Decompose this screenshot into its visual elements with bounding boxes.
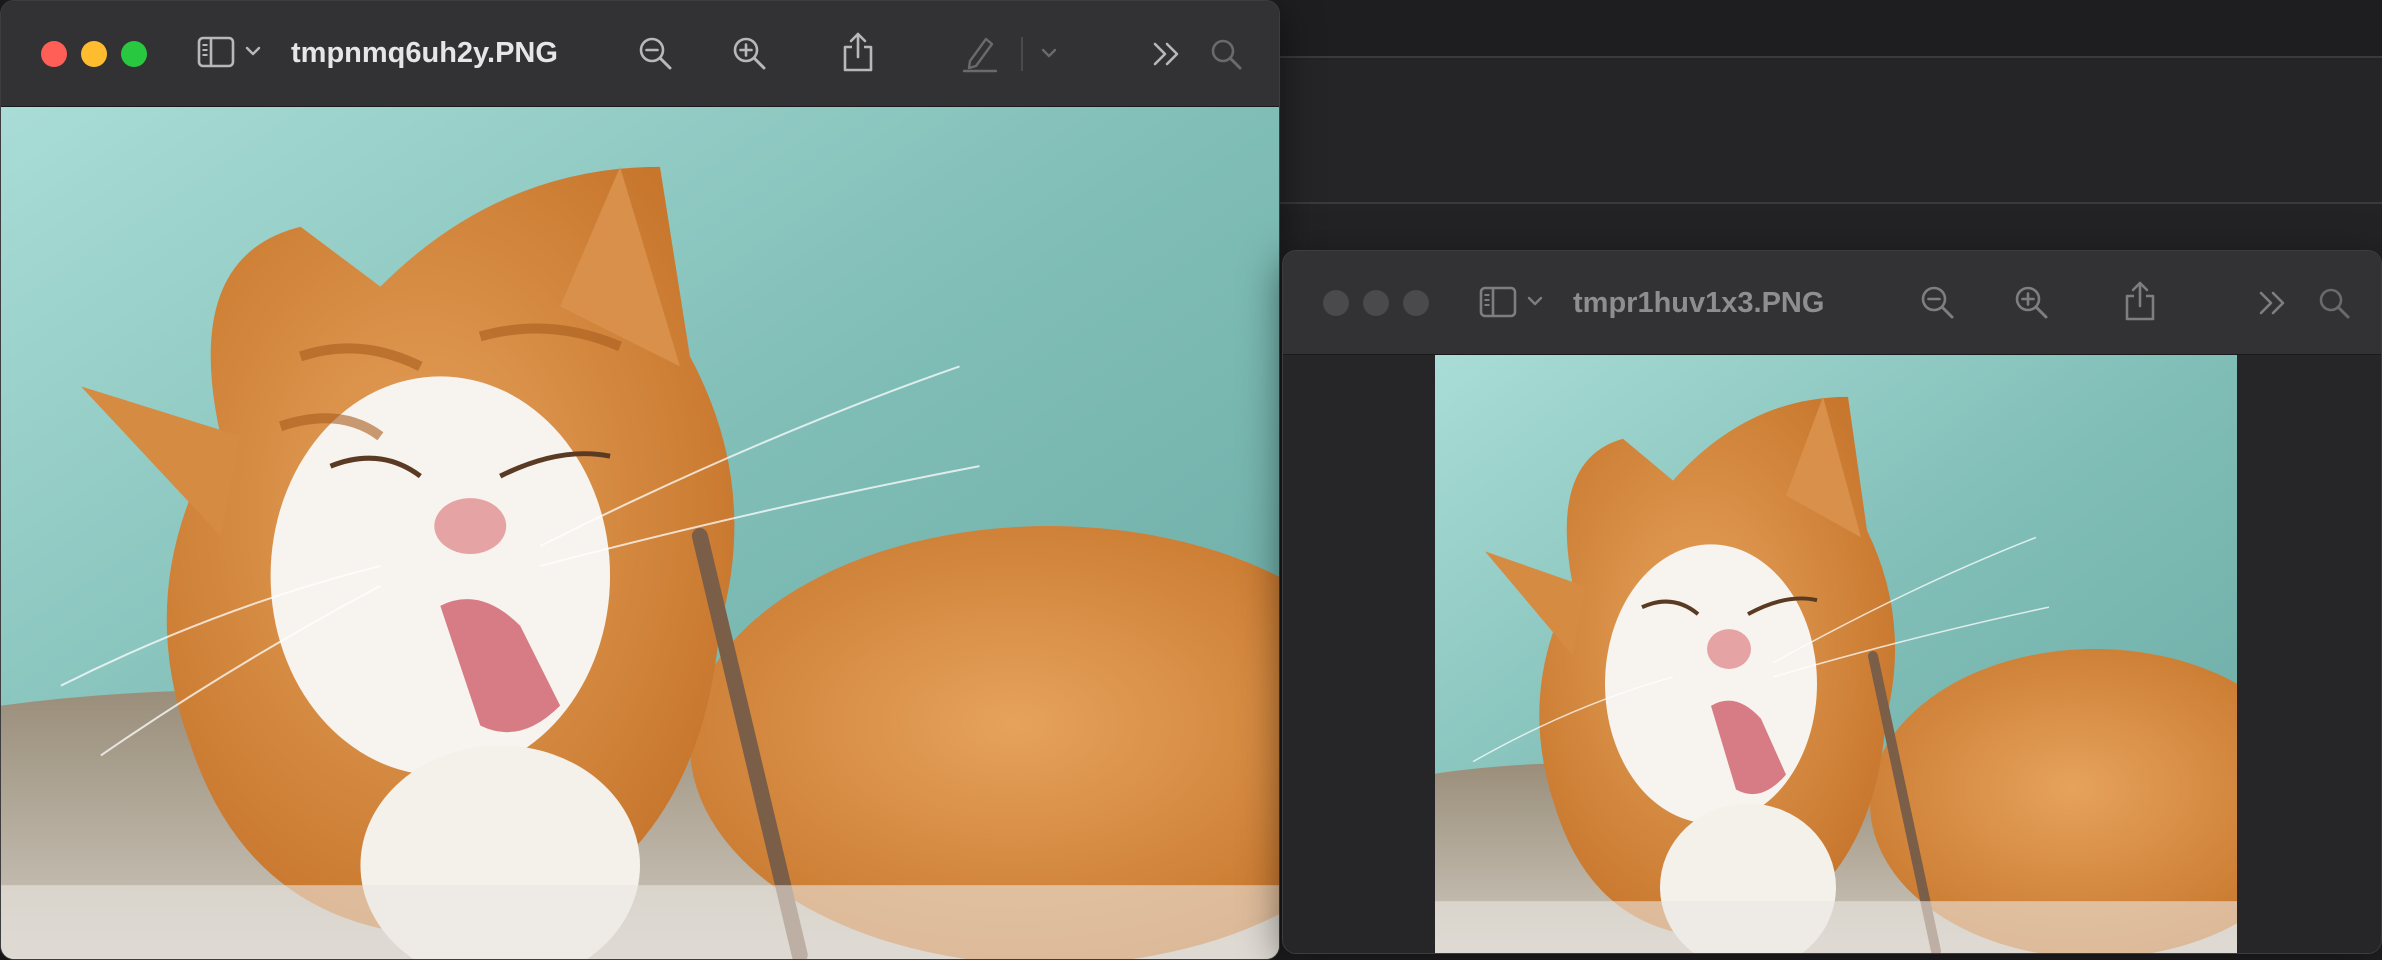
markup-menu-button[interactable] [1041,47,1057,59]
preview-window-back[interactable]: tmpr1huv1x3.PNG [1282,250,2382,954]
search-button[interactable] [2317,286,2351,320]
maximize-button[interactable] [1403,289,1429,316]
zoom-in-icon [2015,286,2048,319]
search-icon [2319,288,2350,319]
traffic-lights [1323,289,1429,316]
sidebar-toggle-button[interactable] [1479,285,1519,319]
search-button[interactable] [1209,37,1243,71]
more-chevrons-icon [2259,291,2285,315]
chevron-down-icon [1527,296,1543,306]
maximize-button[interactable] [121,40,147,67]
share-button[interactable] [841,31,875,73]
background-window-titlebar [1270,0,2382,58]
zoom-out-icon [1921,286,1954,319]
more-toolbar-items-button[interactable] [2257,288,2289,318]
share-icon [843,32,873,72]
minimize-button[interactable] [81,40,107,67]
document-area[interactable] [1283,355,2381,953]
more-chevrons-icon [1153,42,1179,66]
share-button[interactable] [2123,280,2157,322]
traffic-lights [41,40,147,67]
zoom-out-button[interactable] [1919,284,1957,322]
sidebar-icon [1479,286,1517,318]
close-button[interactable] [1323,289,1349,316]
zoom-in-button[interactable] [731,35,769,73]
search-icon [1211,39,1242,70]
zoom-in-button[interactable] [2013,284,2051,322]
sidebar-toggle-button[interactable] [197,35,237,69]
minimize-button[interactable] [1363,289,1389,316]
background-window-toolbar [1270,60,2382,204]
titlebar[interactable]: tmpnmq6uh2y.PNG [1,1,1279,107]
zoom-in-icon [733,37,766,70]
titlebar[interactable]: tmpr1huv1x3.PNG [1283,251,2381,355]
toolbar-separator [1021,37,1023,71]
document-area[interactable] [1,107,1279,959]
cat-photo [1,107,1279,959]
markup-pen-icon [962,37,998,73]
window-title: tmpr1huv1x3.PNG [1573,287,1825,319]
close-button[interactable] [41,40,67,67]
markup-button[interactable] [961,33,999,73]
chevron-down-icon [245,46,261,56]
zoom-out-button[interactable] [637,35,675,73]
window-title: tmpnmq6uh2y.PNG [291,37,558,69]
share-icon [2125,281,2155,321]
preview-window-front[interactable]: tmpnmq6uh2y.PNG [0,0,1280,960]
more-toolbar-items-button[interactable] [1151,39,1183,69]
sidebar-menu-button[interactable] [1527,295,1543,307]
chevron-down-icon [1041,48,1057,58]
sidebar-menu-button[interactable] [245,45,261,57]
cat-photo [1435,355,2237,953]
sidebar-icon [197,36,235,68]
zoom-out-icon [639,37,672,70]
